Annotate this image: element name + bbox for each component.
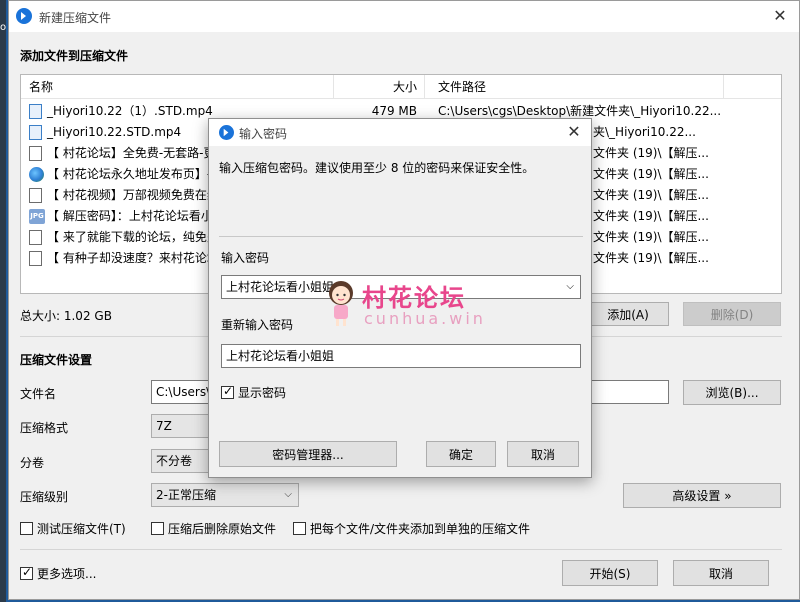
text-file-icon	[29, 230, 42, 245]
file-name: 【 有种子却没速度？来村花论坛	[47, 251, 219, 265]
watermark-title: 村花论坛	[362, 284, 466, 312]
show-password-checkbox[interactable]	[221, 384, 234, 399]
text-file-icon	[29, 251, 42, 266]
browse-button[interactable]: 浏览(B)...	[683, 380, 781, 405]
close-icon[interactable]: ✕	[563, 121, 585, 143]
column-path[interactable]: 文件路径	[438, 75, 486, 99]
column-name[interactable]: 名称	[29, 75, 53, 99]
video-file-icon	[29, 125, 42, 140]
dialog-title: 输入密码	[239, 127, 288, 141]
advanced-settings-button[interactable]: 高级设置 »	[623, 483, 781, 508]
cancel-button[interactable]: 取消	[673, 560, 769, 586]
chevron-down-icon[interactable]: ⌵	[566, 276, 574, 298]
confirm-password-label: 重新输入密码	[221, 318, 294, 332]
file-name: _Hiyori10.22.STD.mp4	[47, 125, 182, 139]
file-path: 文件夹 (19)\【解压...	[593, 251, 709, 265]
file-path: 文件夹 (19)\【解压...	[593, 146, 709, 160]
delete-source-label[interactable]: 压缩后删除原始文件	[168, 520, 276, 537]
watermark-subtitle: cunhua.win	[364, 309, 486, 328]
password-manager-button[interactable]: 密码管理器...	[219, 441, 397, 467]
format-value: 7Z	[156, 419, 172, 433]
password-label: 输入密码	[221, 251, 270, 265]
filename-label: 文件名	[20, 387, 57, 401]
volume-value: 不分卷	[156, 454, 193, 468]
globe-file-icon	[29, 167, 44, 182]
separate-archives-checkbox[interactable]	[293, 522, 306, 535]
show-password-label[interactable]: 显示密码	[238, 384, 286, 401]
total-size: 总大小: 1.02 GB	[20, 309, 112, 323]
password-value: 上村花论坛看小姐姐	[226, 280, 335, 294]
text-file-icon	[29, 146, 42, 161]
file-path: 文件夹 (19)\【解压...	[593, 209, 709, 223]
desktop-edge-text: ot	[0, 22, 6, 33]
watermark: 村花论坛 cunhua.win	[322, 276, 502, 336]
image-file-icon: JPG	[29, 209, 45, 224]
delete-source-checkbox[interactable]	[151, 522, 164, 535]
test-archive-checkbox[interactable]	[20, 522, 33, 535]
file-name: 【 解压密码】：上村花论坛看小	[47, 209, 213, 223]
more-options-checkbox[interactable]	[20, 565, 33, 580]
app-logo-icon	[16, 8, 32, 24]
app-logo-icon	[219, 125, 234, 140]
separate-archives-label[interactable]: 把每个文件/文件夹添加到单独的压缩文件	[310, 520, 530, 537]
file-path: 文件夹 (19)\【解压...	[593, 188, 709, 202]
column-divider[interactable]	[333, 75, 334, 99]
file-name: 【 村花论坛永久地址发布页】-	[47, 167, 212, 181]
column-divider[interactable]	[723, 75, 724, 99]
level-value: 2-正常压缩	[156, 488, 216, 502]
column-divider[interactable]	[424, 75, 425, 99]
file-list-header: 名称 大小 文件路径	[21, 75, 781, 99]
add-button[interactable]: 添加(A)	[587, 302, 669, 326]
level-select[interactable]: 2-正常压缩 ⌵	[151, 483, 299, 507]
section-divider	[20, 549, 782, 550]
password-hint: 输入压缩包密码。建议使用至少 8 位的密码来保证安全性。	[219, 161, 535, 175]
text-file-icon	[29, 188, 42, 203]
confirm-password-input[interactable]: 上村花论坛看小姐姐	[221, 344, 581, 368]
file-path: 文件夹 (19)\【解压...	[593, 167, 709, 181]
dialog-titlebar[interactable]: 输入密码 ✕	[209, 119, 591, 146]
file-name: 【 村花视频】万部视频免费在线	[47, 188, 219, 202]
file-path: 夹\_Hiyori10.22...	[593, 125, 696, 139]
file-name: _Hiyori10.22（1）.STD.mp4	[47, 104, 213, 118]
close-icon[interactable]: ✕	[769, 5, 791, 27]
ok-button[interactable]: 确定	[426, 441, 496, 467]
volume-label: 分卷	[20, 456, 45, 470]
file-path: 文件夹 (19)\【解压...	[593, 230, 709, 244]
level-label: 压缩级别	[20, 490, 69, 504]
video-file-icon	[29, 104, 42, 119]
format-label: 压缩格式	[20, 421, 69, 435]
test-archive-label[interactable]: 测试压缩文件(T)	[37, 520, 126, 537]
remove-button[interactable]: 删除(D)	[683, 302, 781, 326]
mascot-icon	[329, 281, 353, 326]
settings-heading: 压缩文件设置	[20, 353, 93, 367]
dialog-cancel-button[interactable]: 取消	[507, 441, 579, 467]
start-button[interactable]: 开始(S)	[562, 560, 658, 586]
file-name: 【 来了就能下载的论坛，纯免费	[47, 230, 219, 244]
dialog-divider	[219, 236, 583, 237]
chevron-down-icon: ⌵	[284, 489, 292, 500]
desktop-background	[0, 0, 6, 602]
add-files-heading: 添加文件到压缩文件	[20, 49, 129, 63]
column-size[interactable]: 大小	[341, 75, 417, 99]
more-options-label[interactable]: 更多选项...	[37, 565, 96, 582]
window-title: 新建压缩文件	[39, 11, 112, 25]
window-titlebar[interactable]: 新建压缩文件 ✕	[9, 1, 799, 32]
file-name: 【 村花论坛】全免费-无套路-更	[47, 146, 216, 160]
